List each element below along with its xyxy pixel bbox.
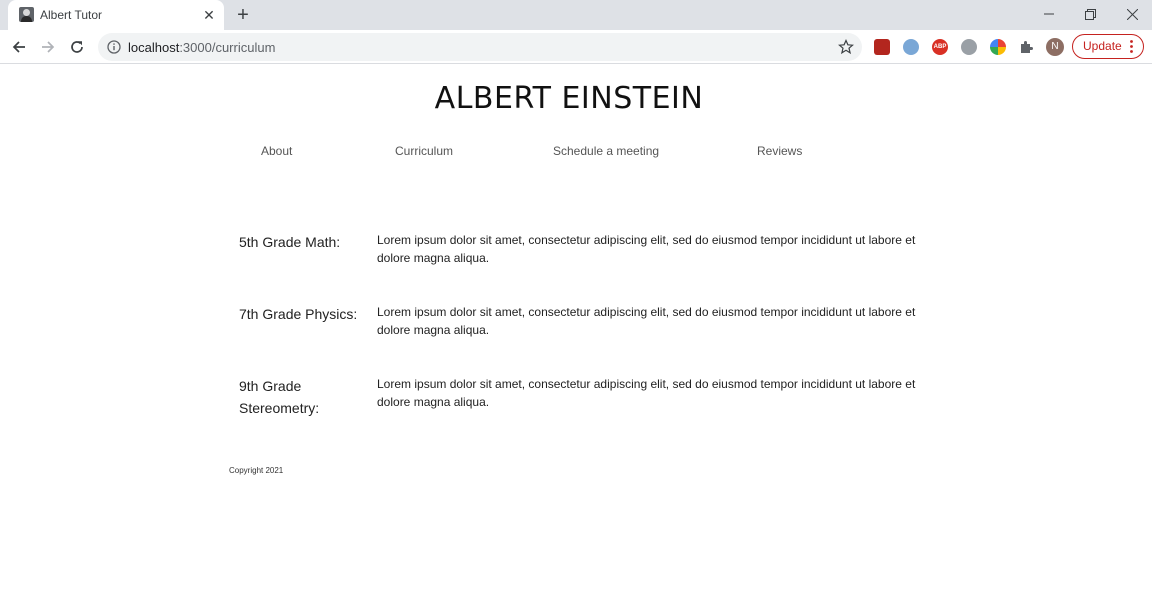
flash-extension-icon[interactable] [874, 39, 890, 55]
new-tab-plus-icon[interactable]: + [232, 4, 254, 26]
back-arrow-icon[interactable] [7, 35, 31, 59]
profile-avatar[interactable]: N [1046, 38, 1064, 56]
forward-arrow-icon[interactable] [36, 35, 60, 59]
restore-window-icon[interactable] [1070, 0, 1110, 28]
url-text[interactable]: localhost:3000/curriculum [128, 40, 275, 55]
close-window-icon[interactable] [1112, 0, 1152, 28]
extensions-puzzle-icon[interactable] [1018, 39, 1034, 55]
bookmark-star-icon[interactable] [838, 39, 854, 55]
browser-tab[interactable]: Albert Tutor ✕ [8, 0, 224, 30]
nav-link-curriculum[interactable]: Curriculum [395, 144, 453, 158]
course-description: Lorem ipsum dolor sit amet, consectetur … [377, 377, 916, 409]
nav-link-reviews[interactable]: Reviews [757, 144, 802, 158]
site-info-icon[interactable] [107, 40, 121, 54]
course-description: Lorem ipsum dolor sit amet, consectetur … [377, 233, 916, 265]
browser-toolbar: localhost:3000/curriculum ABP N Update [0, 30, 1152, 64]
settings-extension-icon[interactable] [961, 39, 977, 55]
more-menu-icon [1130, 40, 1133, 53]
close-tab-icon[interactable]: ✕ [201, 7, 217, 23]
tab-title: Albert Tutor [40, 8, 103, 22]
reload-icon[interactable] [65, 35, 89, 59]
update-button[interactable]: Update [1072, 34, 1144, 59]
web-page: ALBERT EINSTEIN About Curriculum Schedul… [0, 65, 1152, 612]
nav-link-about[interactable]: About [261, 144, 292, 158]
nav-link-schedule-meeting[interactable]: Schedule a meeting [553, 144, 659, 158]
color-picker-extension-icon[interactable] [990, 39, 1006, 55]
address-bar[interactable]: localhost:3000/curriculum [98, 33, 862, 61]
minimize-window-icon[interactable] [1029, 0, 1069, 28]
course-name: 9th Grade Stereometry: [239, 378, 320, 416]
course-name: 7th Grade Physics: [239, 306, 358, 322]
update-label: Update [1083, 39, 1122, 53]
adblock-plus-icon[interactable]: ABP [932, 39, 948, 55]
footer-copyright: Copyright 2021 [229, 466, 284, 475]
tab-strip: Albert Tutor ✕ + [0, 0, 1152, 30]
site-title: ALBERT EINSTEIN [434, 81, 704, 116]
site-favicon-icon [19, 7, 34, 22]
course-description: Lorem ipsum dolor sit amet, consectetur … [377, 305, 916, 337]
course-name: 5th Grade Math: [239, 234, 341, 250]
shield-extension-icon[interactable] [903, 39, 919, 55]
